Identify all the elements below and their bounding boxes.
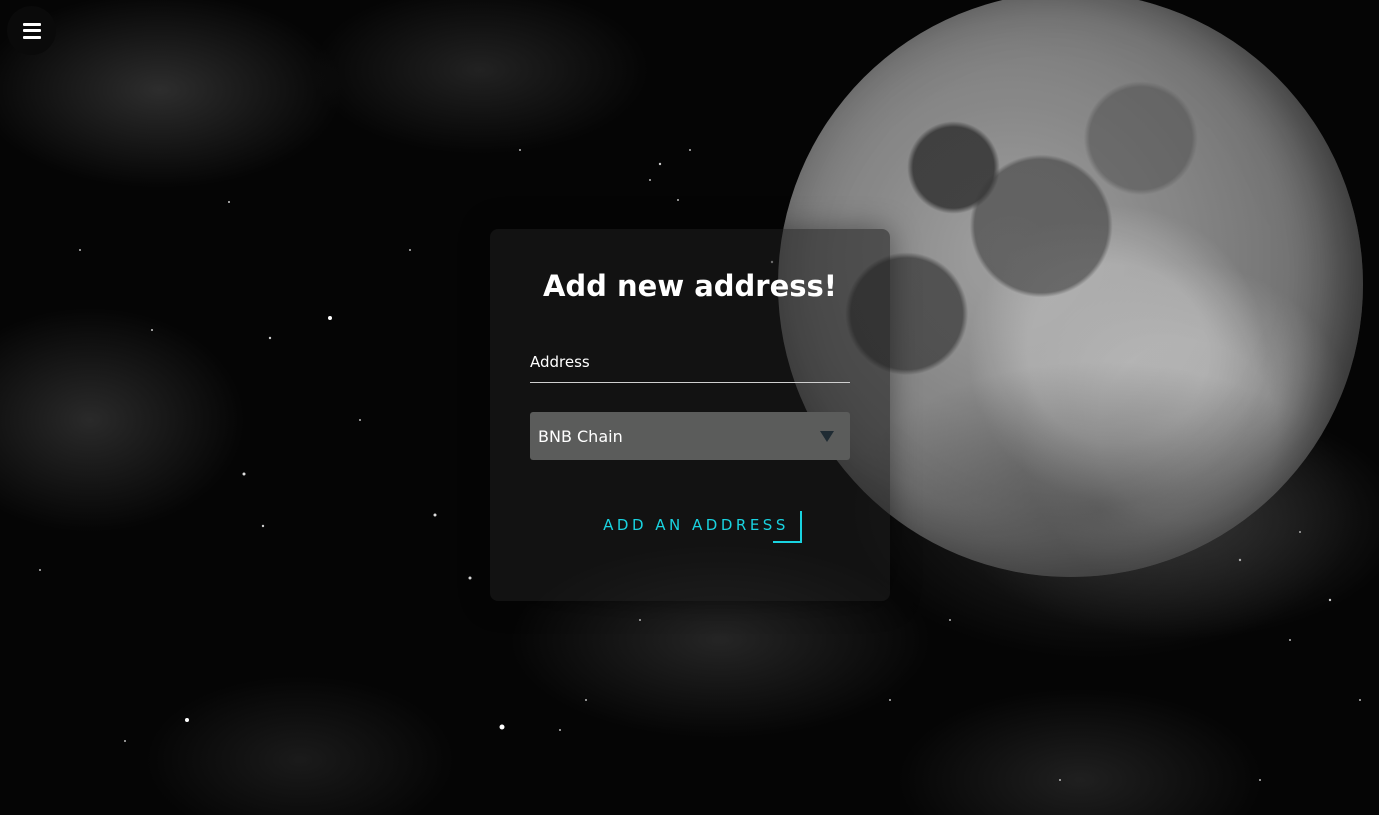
address-input[interactable] xyxy=(530,341,850,383)
chevron-down-icon xyxy=(820,430,834,442)
form-title: Add new address! xyxy=(542,269,838,303)
page: Add new address! BNB Chain ADD AN ADDRES… xyxy=(0,0,1379,815)
hamburger-menu-icon xyxy=(22,22,41,39)
add-address-card: Add new address! BNB Chain ADD AN ADDRES… xyxy=(490,229,890,601)
chain-select[interactable]: BNB Chain xyxy=(530,412,850,460)
menu-button[interactable] xyxy=(7,6,56,55)
button-corner-decoration xyxy=(773,511,802,543)
chain-select-value: BNB Chain xyxy=(538,426,623,446)
cloud-haze xyxy=(840,360,1360,660)
add-address-button[interactable]: ADD AN ADDRESS xyxy=(590,507,802,543)
